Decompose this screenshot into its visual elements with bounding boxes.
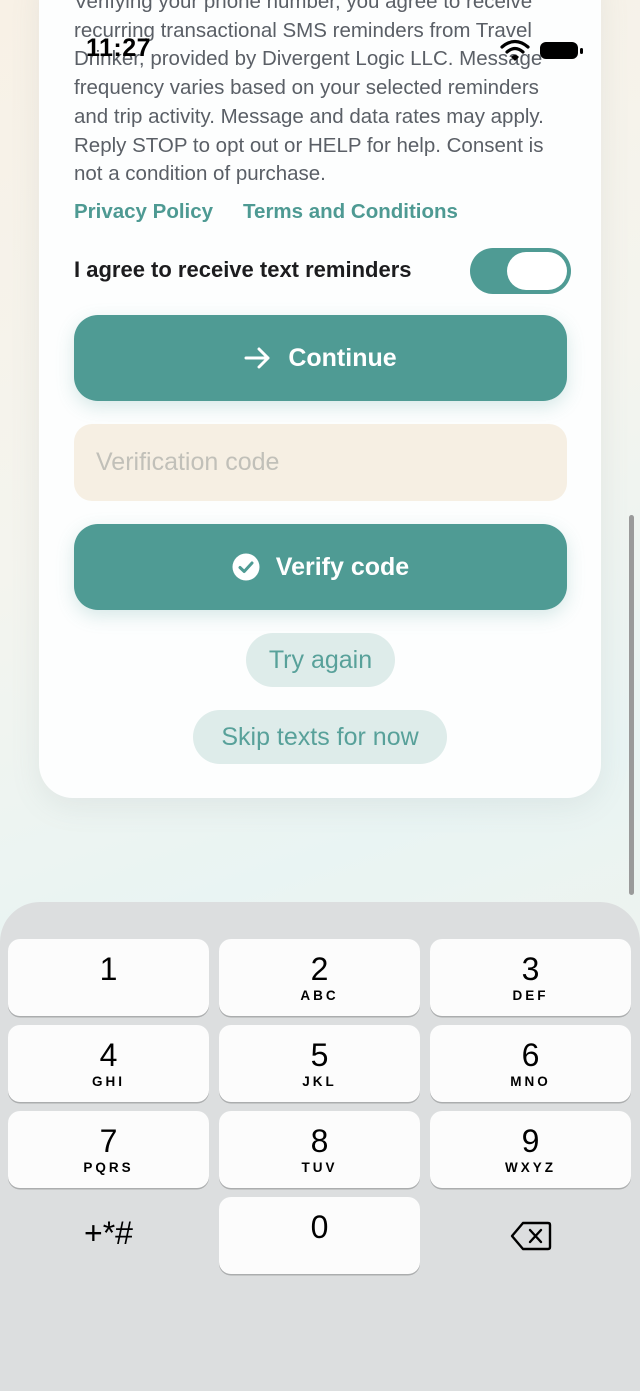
key-letters: MNO: [510, 1074, 551, 1089]
key-7[interactable]: 7 PQRS: [8, 1111, 209, 1188]
key-digit: 9: [521, 1123, 540, 1159]
status-icons: [500, 39, 583, 61]
wifi-icon: [500, 39, 530, 61]
delete-key[interactable]: [430, 1197, 631, 1274]
numeric-keypad: 1 2 ABC 3 DEF 4 GHI 5 JKL 6 MNO 7 PQRS 8…: [0, 902, 640, 1391]
toggle-knob: [507, 252, 567, 290]
key-letters: WXYZ: [505, 1160, 556, 1175]
skip-texts-button[interactable]: Skip texts for now: [193, 710, 447, 764]
key-letters: GHI: [91, 1074, 125, 1089]
battery-icon: [540, 42, 583, 59]
sms-consent-text: Verifying your phone number, you agree t…: [74, 0, 544, 186]
key-digit: 5: [310, 1037, 329, 1073]
text-reminders-toggle[interactable]: [470, 248, 571, 294]
key-letters: DEF: [512, 988, 549, 1003]
backspace-icon: [510, 1221, 551, 1251]
status-bar-time: 11:27: [86, 34, 152, 62]
key-digit: 0: [310, 1209, 329, 1245]
scrollbar[interactable]: [629, 515, 634, 895]
agree-label: I agree to receive text reminders: [74, 257, 412, 282]
key-6[interactable]: 6 MNO: [430, 1025, 631, 1102]
key-3[interactable]: 3 DEF: [430, 939, 631, 1016]
key-digit: 2: [310, 951, 329, 987]
key-digit: 7: [99, 1123, 118, 1159]
terms-link[interactable]: Terms and Conditions: [243, 200, 458, 224]
key-letters: JKL: [302, 1074, 337, 1089]
symbols-key[interactable]: +*#: [8, 1197, 209, 1274]
key-digit: 8: [310, 1123, 329, 1159]
privacy-policy-link[interactable]: Privacy Policy: [74, 200, 213, 224]
key-digit: 1: [99, 951, 118, 987]
verify-label: Verify code: [275, 552, 410, 581]
key-2[interactable]: 2 ABC: [219, 939, 420, 1016]
key-5[interactable]: 5 JKL: [219, 1025, 420, 1102]
key-1[interactable]: 1: [8, 939, 209, 1016]
verify-code-button[interactable]: Verify code: [74, 524, 567, 610]
check-circle-icon: [232, 553, 260, 581]
try-again-button[interactable]: Try again: [246, 633, 395, 687]
key-4[interactable]: 4 GHI: [8, 1025, 209, 1102]
key-digit: 3: [521, 951, 540, 987]
key-letters: ABC: [300, 988, 339, 1003]
key-letters: PQRS: [83, 1160, 134, 1175]
key-8[interactable]: 8 TUV: [219, 1111, 420, 1188]
continue-button[interactable]: Continue: [74, 315, 567, 401]
legal-links: Privacy Policy Terms and Conditions: [74, 200, 458, 224]
key-0[interactable]: 0: [219, 1197, 420, 1274]
key-digit: 6: [521, 1037, 540, 1073]
key-9[interactable]: 9 WXYZ: [430, 1111, 631, 1188]
arrow-right-icon: [244, 347, 270, 369]
key-letters: TUV: [301, 1160, 338, 1175]
key-digit: 4: [99, 1037, 118, 1073]
verification-code-input[interactable]: [74, 424, 567, 501]
agree-row: I agree to receive text reminders: [74, 248, 571, 294]
symbols-label: +*#: [84, 1215, 133, 1251]
continue-label: Continue: [288, 343, 397, 372]
